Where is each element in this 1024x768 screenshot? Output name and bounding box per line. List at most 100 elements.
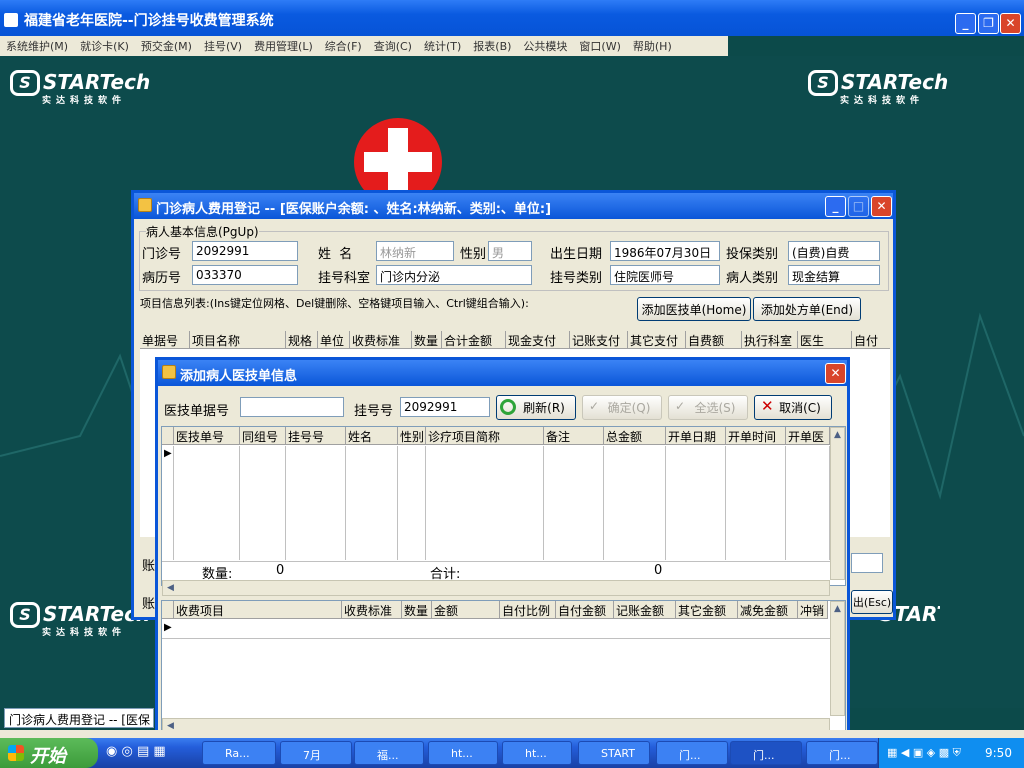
menu-item-4[interactable]: 费用管理(L) <box>248 36 319 54</box>
menu-item-9[interactable]: 公共模块 <box>517 36 573 54</box>
add-tech-order-button[interactable]: 添加医技单(Home) <box>637 297 751 321</box>
menu-item-8[interactable]: 报表(B) <box>467 36 517 54</box>
item-grid-col-1[interactable]: 项目名称 <box>190 331 286 349</box>
taskbar-item-8[interactable]: 门... <box>806 741 878 765</box>
menu-item-7[interactable]: 统计(T) <box>418 36 467 54</box>
tech-grid-col-5[interactable]: 诊疗项目简称 <box>426 427 544 445</box>
menu-item-11[interactable]: 帮助(H) <box>627 36 678 54</box>
grid1-hscroll[interactable]: ◀ <box>162 580 830 596</box>
item-grid-col-0[interactable]: 单据号 <box>140 331 190 349</box>
account-label-2: 账 <box>142 597 156 612</box>
menu-item-2[interactable]: 预交金(M) <box>135 36 198 54</box>
tech-grid-col-8[interactable]: 开单日期 <box>666 427 726 445</box>
charge-grid-col-1[interactable]: 收费标准 <box>342 601 402 619</box>
account-field[interactable] <box>851 553 883 573</box>
insurance-type-field[interactable]: (自费)自费 <box>788 241 880 261</box>
reg-close-button[interactable]: ✕ <box>871 196 892 217</box>
item-grid-col-9[interactable]: 其它支付 <box>628 331 686 349</box>
name-label: 姓 名 <box>318 247 353 262</box>
charge-grid-col-6[interactable]: 记账金额 <box>614 601 676 619</box>
menu-item-10[interactable]: 窗口(W) <box>573 36 626 54</box>
item-grid-col-13[interactable]: 自付 <box>852 331 890 349</box>
tech-grid-column-cell <box>786 446 830 560</box>
grid2-vscroll[interactable]: ▲ <box>830 601 845 716</box>
taskbar-item-5[interactable]: START <box>578 741 650 765</box>
charge-grid-col-2[interactable]: 数量 <box>402 601 432 619</box>
confirm-button[interactable]: ✓ 确定(Q) <box>582 395 662 420</box>
item-grid-col-8[interactable]: 记账支付 <box>570 331 628 349</box>
charge-grid-col-5[interactable]: 自付金额 <box>556 601 614 619</box>
cancel-button[interactable]: ✕ 取消(C) <box>754 395 832 420</box>
charge-grid-row[interactable] <box>162 619 830 639</box>
taskbar-item-7[interactable]: 门... <box>730 741 802 765</box>
taskbar-item-4[interactable]: ht... <box>502 741 572 765</box>
quick-launch: ◉ ◎ ▤ ▦ <box>106 744 166 759</box>
birth-date-field[interactable]: 1986年07月30日 <box>610 241 720 261</box>
charge-grid-col-9[interactable]: 冲销 <box>798 601 828 619</box>
clinic-no-field[interactable]: 2092991 <box>192 241 298 261</box>
item-grid-col-6[interactable]: 合计金额 <box>442 331 506 349</box>
refresh-button[interactable]: 刷新(R) <box>496 395 576 420</box>
tech-grid-col-0[interactable]: 医技单号 <box>174 427 240 445</box>
mdi-tab[interactable]: 门诊病人费用登记 -- [医保 <box>4 708 154 728</box>
item-grid-col-4[interactable]: 收费标准 <box>350 331 412 349</box>
close-button[interactable]: ✕ <box>1000 13 1021 34</box>
item-grid-col-2[interactable]: 规格 <box>286 331 318 349</box>
gender-label: 性别 <box>460 247 487 262</box>
menu-item-0[interactable]: 系统维护(M) <box>0 36 74 54</box>
item-grid-col-5[interactable]: 数量 <box>412 331 442 349</box>
taskbar-item-2[interactable]: 福... <box>354 741 424 765</box>
charge-grid-col-7[interactable]: 其它金额 <box>676 601 738 619</box>
name-field[interactable]: 林纳新 <box>376 241 454 261</box>
status-bar <box>0 730 1024 738</box>
patient-type-field[interactable]: 现金结算 <box>788 265 880 285</box>
dept-field[interactable]: 门诊内分泌 <box>376 265 532 285</box>
tech-grid-col-7[interactable]: 总金额 <box>604 427 666 445</box>
menu-item-1[interactable]: 就诊卡(K) <box>74 36 135 54</box>
add-prescription-button[interactable]: 添加处方单(End) <box>753 297 861 321</box>
tech-grid-col-1[interactable]: 同组号 <box>240 427 286 445</box>
tech-grid-col-6[interactable]: 备注 <box>544 427 604 445</box>
start-button[interactable]: 开始 <box>0 738 98 768</box>
exit-button[interactable]: 出(Esc) <box>851 590 893 614</box>
logo-top-right: S STARTech 实达科技软件 <box>808 70 948 106</box>
gender-select[interactable]: 男 <box>488 241 532 261</box>
menu-item-6[interactable]: 查询(C) <box>368 36 418 54</box>
item-grid-col-7[interactable]: 现金支付 <box>506 331 570 349</box>
tech-grid-col-4[interactable]: 性别 <box>398 427 426 445</box>
tech-grid-col-9[interactable]: 开单时间 <box>726 427 786 445</box>
charge-grid-col-0[interactable]: 收费项目 <box>174 601 342 619</box>
tech-no-input[interactable] <box>240 397 344 417</box>
taskbar-item-3[interactable]: ht... <box>428 741 498 765</box>
tech-grid-col-2[interactable]: 挂号号 <box>286 427 346 445</box>
dialog-close-button[interactable]: ✕ <box>825 363 846 384</box>
select-all-button[interactable]: ✓ 全选(S) <box>668 395 748 420</box>
tech-grid-column-cell <box>286 446 346 560</box>
record-no-field[interactable]: 033370 <box>192 265 298 285</box>
charge-grid-col-8[interactable]: 减免金额 <box>738 601 798 619</box>
minimize-button[interactable]: _ <box>955 13 976 34</box>
item-grid-col-10[interactable]: 自费额 <box>686 331 742 349</box>
reg-minimize-button[interactable]: _ <box>825 196 846 217</box>
item-list-hint: 项目信息列表:(Ins键定位网格、Del键删除、空格键项目输入、Ctrl键组合输… <box>140 297 529 310</box>
tech-grid-column-cell <box>240 446 286 560</box>
tech-grid-column-cell <box>604 446 666 560</box>
item-grid-col-12[interactable]: 医生 <box>798 331 852 349</box>
taskbar-item-0[interactable]: Ra... <box>202 741 276 765</box>
tech-grid-col-3[interactable]: 姓名 <box>346 427 398 445</box>
item-grid-col-11[interactable]: 执行科室 <box>742 331 798 349</box>
restore-button[interactable]: ❐ <box>978 13 999 34</box>
taskbar-item-1[interactable]: 7月 <box>280 741 352 765</box>
reg-maximize-button[interactable]: □ <box>848 196 869 217</box>
menu-item-5[interactable]: 综合(F) <box>319 36 368 54</box>
taskbar-item-6[interactable]: 门... <box>656 741 728 765</box>
charge-grid-col-3[interactable]: 金额 <box>432 601 500 619</box>
item-grid-col-3[interactable]: 单位 <box>318 331 350 349</box>
charge-grid-col-4[interactable]: 自付比例 <box>500 601 556 619</box>
tech-grid-col-10[interactable]: 开单医 <box>786 427 830 445</box>
reg-type-field[interactable]: 住院医师号 <box>610 265 720 285</box>
reg-no-input[interactable]: 2092991 <box>400 397 490 417</box>
menu-item-3[interactable]: 挂号(V) <box>198 36 248 54</box>
patient-info-group-title: 病人基本信息(PgUp) <box>146 223 259 240</box>
grid1-vscroll[interactable]: ▲ <box>830 427 845 580</box>
